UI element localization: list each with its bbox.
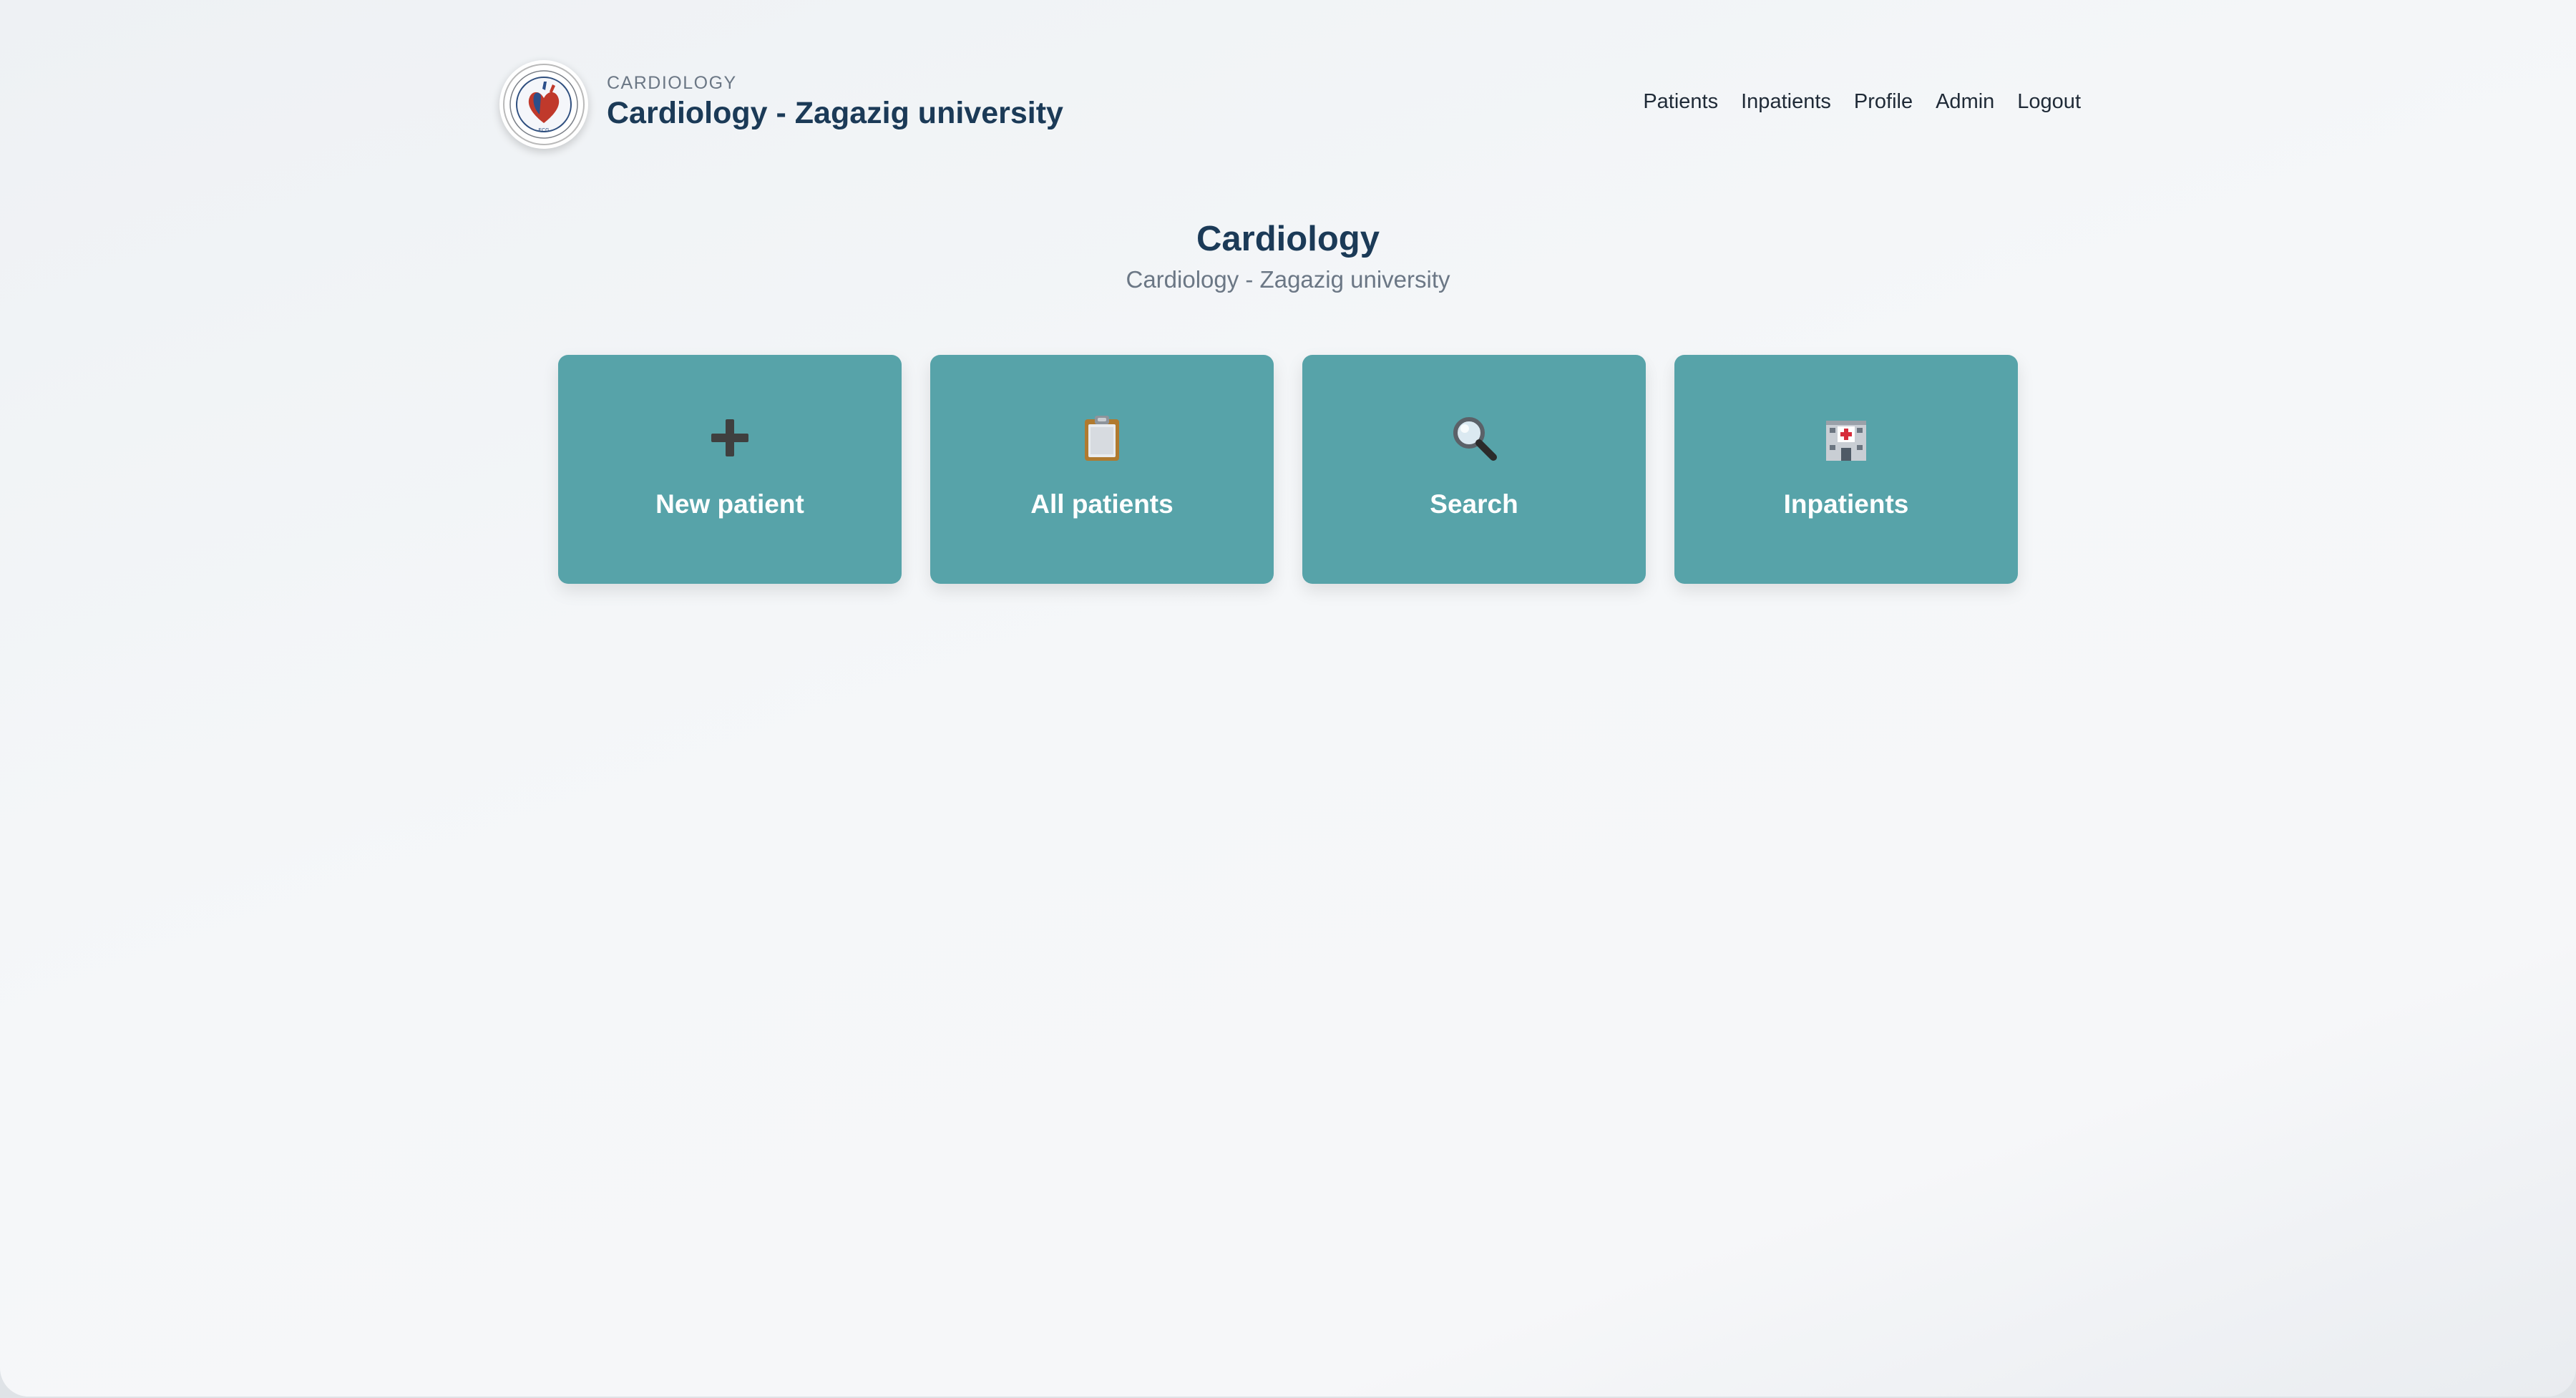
new-patient-tile[interactable]: New patient	[558, 355, 902, 584]
brand-title[interactable]: Cardiology - Zagazig university	[607, 96, 1063, 131]
nav-link-logout[interactable]: Logout	[2017, 90, 2081, 114]
svg-text:ECG: ECG	[538, 128, 549, 133]
all-patients-label: All patients	[1030, 489, 1174, 519]
nav-link-profile[interactable]: Profile	[1854, 90, 1913, 114]
action-tiles: New patient All patients Search Inpatien…	[558, 355, 2018, 584]
nav-link-patients[interactable]: Patients	[1643, 90, 1718, 114]
nav-link-admin[interactable]: Admin	[1936, 90, 1994, 114]
new-patient-label: New patient	[655, 489, 804, 519]
hospital-icon	[1826, 421, 1866, 461]
all-patients-tile[interactable]: All patients	[930, 355, 1274, 584]
site-header: ECG CARDIOLOGY Cardiology - Zagazig univ…	[499, 60, 2081, 152]
page-title: Cardiology	[1196, 220, 1380, 258]
magnifier-icon	[1453, 417, 1497, 461]
page-subtitle: Cardiology - Zagazig university	[1126, 266, 1450, 293]
university-logo[interactable]: ECG	[499, 60, 588, 149]
plus-icon	[711, 419, 748, 456]
inpatients-tile[interactable]: Inpatients	[1674, 355, 2018, 584]
brand-kicker: CARDIOLOGY	[607, 73, 737, 93]
heart-seal-icon: ECG	[503, 64, 585, 145]
inpatients-label: Inpatients	[1783, 489, 1909, 519]
clipboard-icon	[1085, 416, 1119, 461]
search-label: Search	[1430, 489, 1518, 519]
top-nav: Patients Inpatients Profile Admin Logout	[1643, 90, 2081, 114]
search-tile[interactable]: Search	[1302, 355, 1646, 584]
app-window: ECG CARDIOLOGY Cardiology - Zagazig univ…	[0, 0, 2576, 1397]
nav-link-inpatients[interactable]: Inpatients	[1741, 90, 1831, 114]
